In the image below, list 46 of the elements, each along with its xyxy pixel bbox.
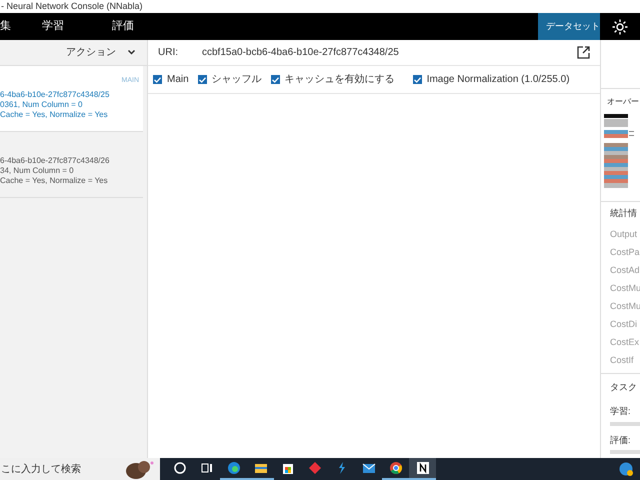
checkbox[interactable] — [412, 75, 422, 84]
stat-name: Output — [610, 228, 638, 242]
dataset-button[interactable]: データセット — [538, 13, 600, 40]
item-detail: Cache = Yes, Normalize = Yes — [0, 110, 109, 120]
folder-icon[interactable] — [254, 461, 268, 475]
uri-value: ccbf15a0-bcb6-4ba6-b10e-27fc877c4348/25 — [202, 46, 400, 60]
task-title: タスク — [610, 380, 637, 394]
task-label: 学習: — [610, 405, 632, 418]
statistics-title: 統計情 — [610, 206, 637, 220]
checkbox[interactable] — [198, 75, 207, 84]
help-icon[interactable] — [619, 462, 633, 476]
checkbox[interactable] — [270, 75, 280, 84]
diamond-icon[interactable] — [308, 461, 322, 475]
item-detail: Cache = Yes, Normalize = Yes — [0, 176, 109, 186]
task-label: 評価: — [610, 434, 632, 446]
checkbox-label: キャッシュを有効にする — [284, 72, 395, 87]
stat-name: CostEx — [610, 336, 640, 350]
chevron-down-icon — [128, 50, 135, 55]
checkbox-label: Main — [167, 73, 189, 87]
nav-tab[interactable]: 学習 — [18, 13, 88, 40]
action-menu[interactable]: アクション — [66, 45, 116, 60]
item-detail: 0361, Num Column = 0 — [0, 100, 84, 110]
store-bag-icon[interactable] — [280, 461, 294, 475]
item-detail: 6-4ba6-b10e-27fc877c4348/26 — [0, 156, 110, 166]
checkbox[interactable] — [153, 75, 162, 84]
window-title: - Neural Network Console (NNabla) — [1, 2, 143, 11]
browser-ball-icon[interactable] — [388, 461, 402, 475]
browser-swirl-icon[interactable] — [226, 461, 240, 475]
item-detail: 6-4ba6-b10e-27fc877c4348/25 — [0, 90, 110, 100]
uri-label: URI: — [158, 46, 179, 60]
stat-name: CostAd — [610, 264, 640, 278]
search-field[interactable]: こに入力して検索 — [0, 458, 160, 480]
item-detail: 34, Num Column = 0 — [0, 166, 75, 176]
task-view-icon[interactable] — [200, 461, 214, 475]
stat-name: CostPa — [610, 246, 640, 260]
stat-name: CostIf — [610, 354, 635, 368]
checkbox-label: シャッフル — [212, 73, 262, 87]
checkbox-label: Image Normalization (1.0/255.0) — [426, 73, 570, 87]
nav-tab[interactable]: 集 — [0, 13, 18, 40]
nav-tab[interactable]: 評価 — [88, 13, 158, 40]
external-link-icon[interactable] — [577, 46, 590, 59]
mail-icon[interactable] — [362, 461, 376, 475]
stat-name: CostDi — [610, 318, 638, 332]
overview-title: オーバー — [607, 96, 639, 108]
circle-icon[interactable] — [172, 461, 186, 475]
app-tile-icon[interactable] — [416, 461, 430, 475]
